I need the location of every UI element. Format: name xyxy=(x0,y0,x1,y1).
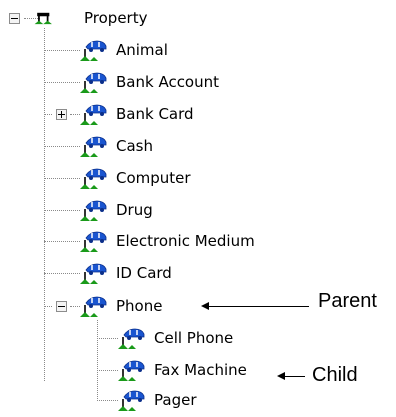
tree-node-label: Phone xyxy=(116,297,163,315)
car-link-icon xyxy=(80,200,107,221)
tree-line xyxy=(44,306,52,307)
car-link-icon xyxy=(80,231,107,252)
tree-node-label: Bank Card xyxy=(116,105,194,123)
tree-line xyxy=(44,273,80,274)
tree-line xyxy=(44,50,80,51)
tree-node-bank-account[interactable]: Bank Account xyxy=(80,68,220,96)
tree-node-electronic-medium[interactable]: Electronic Medium xyxy=(80,227,256,255)
car-link-icon xyxy=(80,72,107,93)
parent-annotation: Parent xyxy=(318,290,377,312)
tree-node-label: Fax Machine xyxy=(154,361,247,379)
tree-node-label: Pager xyxy=(154,391,197,409)
car-link-icon xyxy=(80,40,107,61)
car-link-icon xyxy=(118,390,145,411)
tree-line-root-vertical xyxy=(44,28,45,381)
root-node-icon xyxy=(34,12,52,25)
child-arrow-line xyxy=(283,376,305,377)
tree-node-label: Cell Phone xyxy=(154,329,234,347)
tree-node-cash[interactable]: Cash xyxy=(80,132,154,160)
bank-card-expand-toggle[interactable] xyxy=(56,109,67,120)
tree-line xyxy=(70,114,80,115)
tree-node-cell-phone[interactable]: Cell Phone xyxy=(118,324,234,352)
tree-node-id-card[interactable]: ID Card xyxy=(80,259,173,287)
tree-node-label: ID Card xyxy=(116,264,172,282)
tree-node-label: Bank Account xyxy=(116,73,220,91)
root-collapse-toggle[interactable] xyxy=(9,13,20,24)
car-link-icon xyxy=(118,360,145,381)
parent-arrow-line xyxy=(207,306,309,307)
tree-line xyxy=(44,241,80,242)
tree-line xyxy=(97,338,118,339)
tree-line-phone-vertical xyxy=(97,320,98,401)
tree-line xyxy=(44,178,80,179)
tree-node-label: Animal xyxy=(116,41,168,59)
tree-node-bank-card[interactable]: Bank Card xyxy=(80,100,195,128)
tree-line xyxy=(97,400,118,401)
tree-line xyxy=(70,306,80,307)
plus-icon xyxy=(58,111,65,118)
car-link-icon xyxy=(80,296,107,317)
minus-icon xyxy=(11,18,18,19)
tree-line xyxy=(44,82,80,83)
tree-node-pager[interactable]: Pager xyxy=(118,386,197,414)
phone-collapse-toggle[interactable] xyxy=(56,301,67,312)
car-link-icon xyxy=(80,104,107,125)
tree-line xyxy=(97,370,118,371)
tree-node-label: Property xyxy=(84,9,148,27)
tree-node-property[interactable]: Property xyxy=(32,4,148,32)
tree-node-fax-machine[interactable]: Fax Machine xyxy=(118,356,248,384)
minus-icon xyxy=(58,306,65,307)
property-tree: Property Animal Bank Account Bank Card C… xyxy=(0,0,396,417)
tree-node-label: Computer xyxy=(116,169,191,187)
tree-node-label: Cash xyxy=(116,137,153,155)
tree-line xyxy=(44,210,80,211)
tree-line xyxy=(44,114,52,115)
car-link-icon xyxy=(118,328,145,349)
child-annotation: Child xyxy=(312,364,358,386)
car-link-icon xyxy=(80,136,107,157)
tree-node-computer[interactable]: Computer xyxy=(80,164,192,192)
tree-node-drug[interactable]: Drug xyxy=(80,196,154,224)
tree-node-animal[interactable]: Animal xyxy=(80,36,169,64)
tree-node-phone[interactable]: Phone xyxy=(80,292,163,320)
tree-node-label: Drug xyxy=(116,201,153,219)
tree-node-label: Electronic Medium xyxy=(116,232,255,250)
car-link-icon xyxy=(80,263,107,284)
tree-line xyxy=(44,146,80,147)
car-link-icon xyxy=(80,168,107,189)
